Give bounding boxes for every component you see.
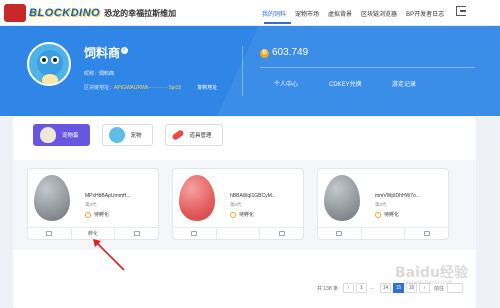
prev-page-button[interactable]: ‹	[343, 283, 354, 293]
watermark: Baidu经验	[395, 265, 468, 281]
pagination-ellipsis: ...	[370, 285, 375, 291]
watermark-sub: jingyan.baidu.com	[404, 280, 453, 286]
goto-label: 前往	[434, 286, 445, 292]
page-1-button[interactable]: 1	[356, 283, 367, 293]
page-14-button[interactable]: 14	[380, 283, 391, 293]
pagination-total: 共 138 条	[317, 286, 339, 292]
page-15-button[interactable]: 15	[393, 283, 404, 293]
